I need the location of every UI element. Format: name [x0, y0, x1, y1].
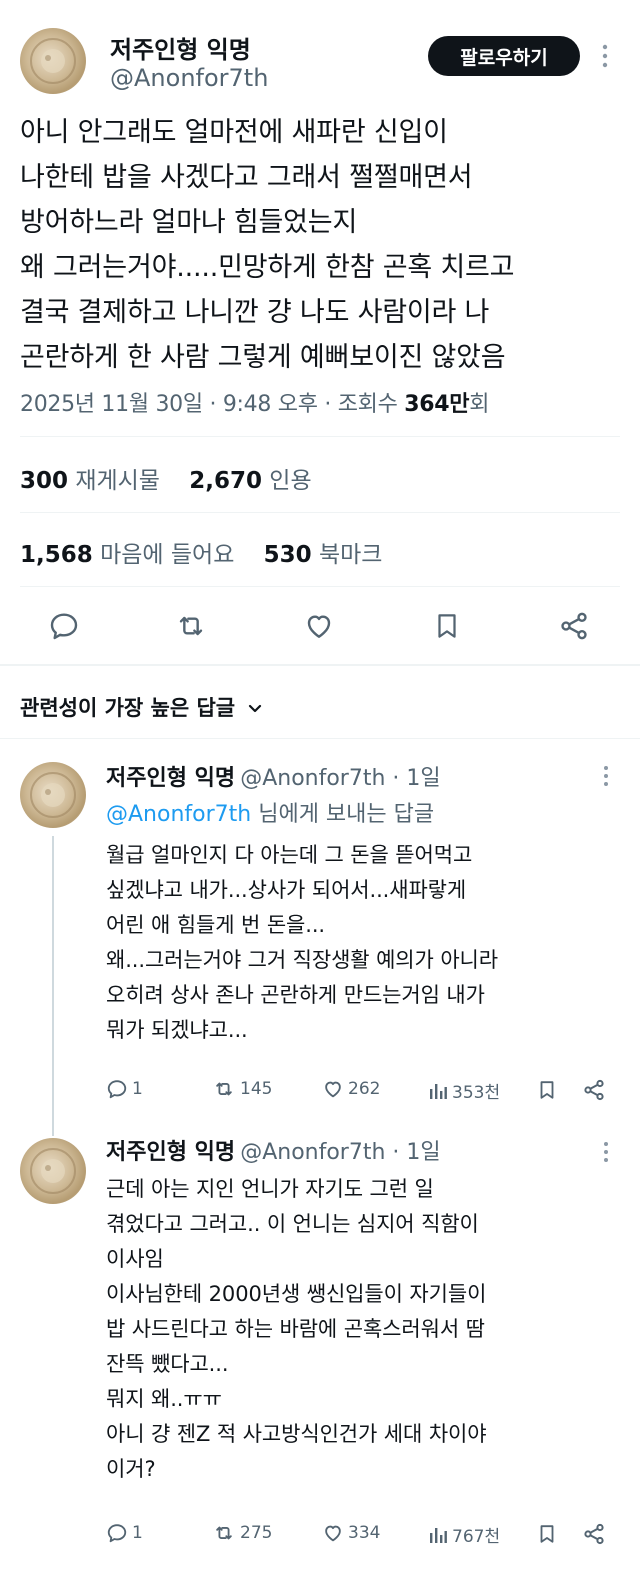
reply-views-button[interactable]: 353천 — [428, 1078, 500, 1103]
reply-header: 저주인형 익명 @Anonfor7th · 1일 — [106, 760, 441, 792]
view-count: 364만 — [404, 392, 470, 417]
reply-count: 1 — [132, 1523, 143, 1543]
reply-handle-time[interactable]: @Anonfor7th · 1일 — [240, 1140, 440, 1165]
retweet-count: 145 — [240, 1079, 273, 1099]
reply-handle-time[interactable]: @Anonfor7th · 1일 — [240, 766, 440, 791]
reply-avatar[interactable] — [20, 1138, 86, 1204]
bookmark-icon[interactable] — [536, 1522, 562, 1546]
replies-sort-label: 관련성이 가장 높은 답글 — [20, 696, 236, 720]
like-count: 334 — [348, 1523, 381, 1543]
thread-line — [52, 836, 54, 1136]
view-count: 353천 — [452, 1083, 501, 1103]
reply-like-button[interactable]: 334 — [322, 1522, 380, 1544]
divider — [20, 512, 620, 513]
reply-reply-button[interactable]: 1 — [106, 1522, 143, 1544]
bookmark-icon[interactable] — [432, 610, 462, 642]
reply-author-name[interactable]: 저주인형 익명 — [106, 766, 235, 791]
author-name[interactable]: 저주인형 익명 — [110, 30, 251, 65]
more-icon[interactable] — [598, 42, 612, 72]
view-count: 767천 — [452, 1527, 501, 1547]
reply-mention-link[interactable]: @Anonfor7th — [106, 802, 251, 827]
reply-like-button[interactable]: 262 — [322, 1078, 380, 1100]
bookmark-icon[interactable] — [536, 1078, 562, 1102]
tweet-timestamp[interactable]: 2025년 11월 30일 · 9:48 오후 · 조회수 — [20, 392, 398, 417]
retweets-stat[interactable]: 300 재게시물 — [20, 468, 160, 494]
retweet-icon[interactable] — [174, 610, 208, 642]
reply-author-name[interactable]: 저주인형 익명 — [106, 1140, 235, 1165]
reply-header: 저주인형 익명 @Anonfor7th · 1일 — [106, 1134, 441, 1166]
reply-count: 1 — [132, 1079, 143, 1099]
replying-to: @Anonfor7th 님에게 보내는 답글 — [106, 796, 434, 828]
share-icon[interactable] — [582, 1522, 610, 1546]
tweet-meta: 2025년 11월 30일 · 9:48 오후 · 조회수 364만회 — [20, 386, 489, 418]
retweet-count: 275 — [240, 1523, 273, 1543]
reply-reply-button[interactable]: 1 — [106, 1078, 143, 1100]
reply-text: 월급 얼마인지 다 아는데 그 돈을 뜯어먹고 싶겠냐고 내가...상사가 되어… — [106, 843, 498, 1042]
divider — [20, 586, 620, 587]
author-handle[interactable]: @Anonfor7th — [110, 64, 268, 92]
tweet-text: 아니 안그래도 얼마전에 새파란 신입이 나한테 밥을 사겠다고 그래서 쩔쩔매… — [20, 117, 515, 373]
chevron-down-icon — [247, 695, 263, 719]
heart-icon[interactable] — [303, 610, 335, 642]
replying-to-suffix: 님에게 보내는 답글 — [258, 802, 435, 827]
reply-text: 근데 아는 지인 언니가 자기도 그런 일 겪었다고 그러고.. 이 언니는 심… — [106, 1177, 487, 1481]
reply-retweet-button[interactable]: 275 — [212, 1522, 272, 1544]
share-icon[interactable] — [582, 1078, 610, 1102]
bookmarks-stat[interactable]: 530 북마크 — [264, 542, 383, 568]
reply-icon[interactable] — [48, 610, 80, 642]
reply-retweet-button[interactable]: 145 — [212, 1078, 272, 1100]
section-divider — [0, 664, 640, 666]
view-count-suffix: 회 — [469, 392, 490, 417]
divider — [0, 738, 640, 739]
more-icon[interactable] — [600, 1140, 612, 1169]
likes-stat[interactable]: 1,568 마음에 들어요 — [20, 542, 234, 568]
author-avatar[interactable] — [20, 28, 86, 94]
more-icon[interactable] — [600, 764, 612, 793]
follow-button[interactable]: 팔로우하기 — [428, 36, 580, 76]
reply-avatar[interactable] — [20, 762, 86, 828]
like-count: 262 — [348, 1079, 381, 1099]
share-icon[interactable] — [558, 610, 590, 642]
replies-sort-dropdown[interactable]: 관련성이 가장 높은 답글 — [20, 692, 263, 722]
reply-views-button[interactable]: 767천 — [428, 1522, 500, 1547]
quotes-stat[interactable]: 2,670 인용 — [189, 468, 311, 494]
stats-row-1: 300 재게시물 2,670 인용 — [20, 461, 312, 495]
stats-row-2: 1,568 마음에 들어요 530 북마크 — [20, 535, 382, 569]
divider — [20, 436, 620, 437]
